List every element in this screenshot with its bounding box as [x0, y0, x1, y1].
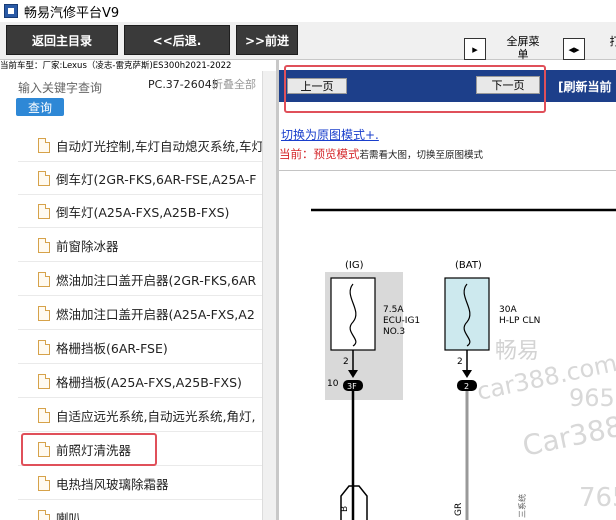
fullscreen-icon[interactable]: ▸ [464, 38, 486, 60]
file-icon [38, 204, 50, 219]
watermark-text: 畅易 [495, 339, 539, 364]
mode-name: 预览模式 [313, 147, 360, 161]
mode-suffix: 若需看大图，切换至原图模式 [359, 150, 484, 161]
list-item[interactable]: 燃油加注口盖开启器(A25A-FXS,A2 [18, 298, 262, 330]
list-item[interactable]: 自动灯光控制,车灯自动熄灭系统,车灯 [18, 130, 262, 162]
file-icon [38, 340, 50, 355]
wire-gr-label: GR [454, 503, 464, 516]
file-icon [38, 476, 50, 491]
print-icon[interactable]: ◂▸ [563, 38, 585, 60]
file-icon [38, 306, 50, 321]
wiring-diagram: (IG) 7.5A ECU-IG1 NO.3 2 10 3F B (BAT) 3… [279, 170, 616, 520]
watermark-text: 765 [579, 483, 616, 513]
fuse-left-name: ECU-IG1 [383, 316, 420, 326]
window-title: 畅易汽修平台V9 [24, 5, 120, 21]
search-input[interactable]: 输入关键字查询 [18, 79, 102, 96]
refresh-link[interactable]: [刷新当前 [558, 78, 612, 95]
fuse-right-name: H-LP CLN [499, 316, 540, 326]
title-bar: 畅易汽修平台V9 [0, 0, 616, 22]
back-button[interactable]: <<后退. [124, 25, 230, 55]
vehicle-label: 当前车型：厂家:Lexus（凌志-雷克萨斯)ES300h2021-2022 [0, 61, 232, 71]
left-scrollbar[interactable] [262, 71, 276, 520]
fuse-right-header: (BAT) [455, 260, 482, 271]
list-item[interactable]: 喇叭 [18, 502, 262, 520]
fullscreen-label[interactable]: 全屏菜单 [506, 35, 540, 61]
list-item[interactable]: 前窗除冰器 [18, 230, 262, 262]
switch-mode-link[interactable]: 切换为原图模式+. [281, 126, 379, 143]
file-icon [38, 238, 50, 253]
list-item[interactable]: 自适应远光系统,自动远光系统,角灯, [18, 400, 262, 432]
home-button[interactable]: 返回主目录 [6, 25, 118, 55]
file-icon [38, 510, 50, 520]
nav-highlight [284, 65, 546, 113]
viewer-pane: 上一页 下一页 [刷新当前 切换为原图模式+. 当前：预览模式若需看大图，切换至… [279, 60, 616, 520]
fuse-right-box [444, 277, 490, 351]
mode-prefix: 当前： [279, 147, 314, 161]
list-item[interactable]: 电热挡风玻璃除霜器 [18, 468, 262, 500]
watermark-text: 965 [569, 384, 615, 412]
file-icon [38, 138, 50, 153]
fuse-right-connector-label: 2 [464, 382, 469, 391]
list-item[interactable]: 倒车灯(A25A-FXS,A25B-FXS) [18, 196, 262, 228]
fuse-left-header: (IG) [345, 260, 364, 271]
forward-button[interactable]: >>前进 [236, 25, 298, 55]
app-icon [4, 4, 18, 18]
fuse-left-connector-index: 10 [327, 379, 339, 389]
file-icon [38, 272, 50, 287]
mode-status: 当前：预览模式若需看大图，切换至原图模式 [279, 146, 483, 162]
print-label[interactable]: 打 [608, 35, 616, 48]
list-item[interactable]: 倒车灯(2GR-FKS,6AR-FSE,A25A-F [18, 163, 262, 195]
fuse-left-pin: 2 [343, 357, 349, 367]
fuse-right-pin: 2 [457, 357, 463, 367]
fuse-left-box [330, 277, 376, 351]
file-icon [38, 171, 50, 186]
diagram-side-text: 三系统 [517, 494, 527, 518]
document-code: PC.37-26045 [148, 78, 219, 91]
toolbar: 返回主目录 <<后退. >>前进 ▸ 全屏菜单 ◂▸ 打 [0, 22, 616, 61]
fuse-left-rating: 7.5A [383, 305, 404, 315]
list-item[interactable]: 格栅挡板(6AR-FSE) [18, 332, 262, 364]
list-item[interactable]: 格栅挡板(A25A-FXS,A25B-FXS) [18, 366, 262, 398]
search-button[interactable]: 查询 [16, 98, 64, 116]
fuse-right-arrow [462, 370, 472, 378]
selection-highlight [21, 433, 157, 466]
fuse-right-rating: 30A [499, 305, 517, 315]
fold-all-button[interactable]: 折叠全部 [212, 79, 256, 91]
fuse-left-number: NO.3 [383, 327, 405, 337]
file-icon [38, 374, 50, 389]
fuse-left-connector-label: 3F [347, 382, 357, 391]
file-icon [38, 408, 50, 423]
list-item[interactable]: 燃油加注口盖开启器(2GR-FKS,6AR [18, 264, 262, 296]
